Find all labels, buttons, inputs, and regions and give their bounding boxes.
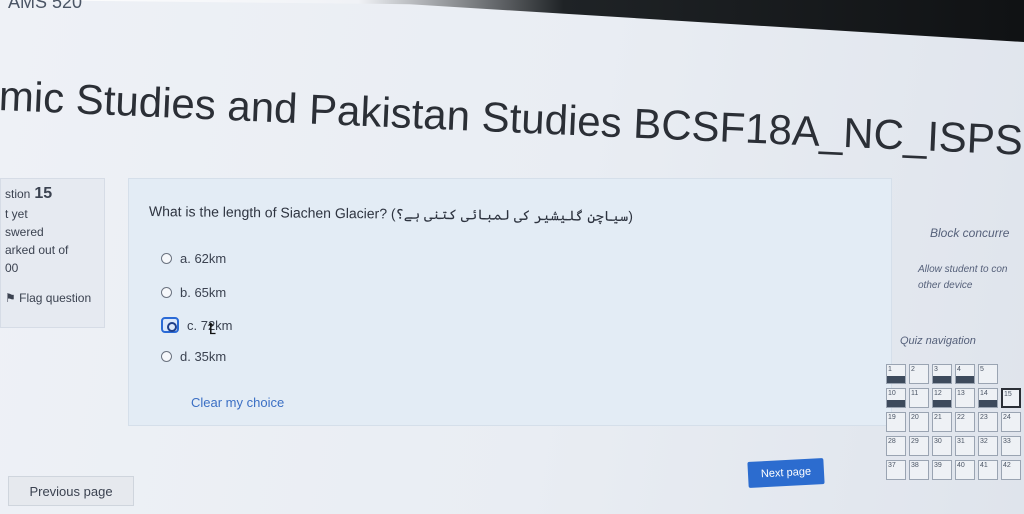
allow-text-line-2: other device: [918, 280, 973, 291]
quiz-nav-button-14[interactable]: 14: [978, 388, 998, 408]
flag-icon: ⚑: [5, 291, 16, 305]
mouse-cursor-icon: ⮤: [207, 321, 217, 338]
quiz-nav-button-20[interactable]: 20: [909, 412, 929, 432]
quiz-nav-button-15[interactable]: 15: [1001, 388, 1021, 408]
quiz-nav-button-24[interactable]: 24: [1001, 412, 1021, 432]
option-d[interactable]: d. 35km: [161, 349, 226, 364]
option-a[interactable]: a. 62km: [161, 251, 226, 266]
corner-course-code: AMS 520: [8, 0, 83, 12]
quiz-nav-button-31[interactable]: 31: [955, 436, 975, 456]
question-number: 15: [34, 185, 53, 202]
quiz-nav-button-21[interactable]: 21: [932, 412, 952, 432]
question-label: stion: [5, 187, 31, 201]
option-a-label[interactable]: a. 62km: [180, 251, 226, 266]
quiz-nav-button-1[interactable]: 1: [886, 364, 906, 384]
quiz-nav-button-12[interactable]: 12: [932, 388, 952, 408]
quiz-nav-row: 37383940414243: [886, 460, 1024, 480]
quiz-nav-button-39[interactable]: 39: [932, 460, 952, 480]
quiz-nav-row: 12345: [886, 364, 1024, 384]
allow-text-line-1: Allow student to con: [918, 264, 1008, 275]
radio-b[interactable]: [161, 287, 172, 298]
next-page-button[interactable]: Next page: [747, 458, 825, 488]
quiz-navigation-grid: 1 2 3 4 5 10 11 12 13 14 15 19 20 21 22 23 24 28 29 30 31 32 3…: [886, 364, 1024, 484]
quiz-nav-button-4[interactable]: 4: [955, 364, 975, 384]
quiz-nav-button-29[interactable]: 29: [909, 436, 929, 456]
radio-c-selected[interactable]: [161, 317, 179, 333]
quiz-navigation-title: Quiz navigation: [900, 335, 976, 347]
quiz-nav-button-33[interactable]: 33: [1001, 436, 1021, 456]
quiz-nav-button-28[interactable]: 28: [886, 436, 906, 456]
quiz-nav-button-23[interactable]: 23: [978, 412, 998, 432]
radio-d[interactable]: [161, 351, 172, 362]
question-panel: What is the length of Siachen Glacier? (…: [128, 178, 892, 426]
quiz-nav-row: 10 11 12 13 14 15: [886, 388, 1024, 408]
quiz-nav-row: 19 20 21 22 23 24: [886, 412, 1024, 432]
monitor-background-strip: [0, 0, 1024, 42]
quiz-nav-button-19[interactable]: 19: [886, 412, 906, 432]
quiz-nav-button-38[interactable]: 38: [909, 460, 929, 480]
quiz-nav-button-13[interactable]: 13: [955, 388, 975, 408]
quiz-nav-button-32[interactable]: 32: [978, 436, 998, 456]
block-concurrent-title: Block concurre: [930, 226, 1010, 240]
quiz-nav-button-42[interactable]: 42: [1001, 460, 1021, 480]
status-line-1: t yet: [5, 207, 28, 221]
quiz-nav-button-5[interactable]: 5: [978, 364, 998, 384]
option-b-label[interactable]: b. 65km: [180, 285, 226, 300]
radio-a[interactable]: [161, 253, 172, 264]
quiz-nav-button-30[interactable]: 30: [932, 436, 952, 456]
marked-line-1: arked out of: [5, 243, 69, 257]
quiz-nav-button-41[interactable]: 41: [978, 460, 998, 480]
option-d-label[interactable]: d. 35km: [180, 349, 226, 364]
flag-question-link[interactable]: ⚑ Flag question: [5, 291, 104, 305]
page-title: mic Studies and Pakistan Studies BCSF18A…: [0, 72, 1024, 164]
allow-student-text: Allow student to con other device: [918, 262, 1008, 294]
quiz-nav-button-10[interactable]: 10: [886, 388, 906, 408]
previous-page-button[interactable]: Previous page: [8, 476, 134, 506]
quiz-nav-button-37[interactable]: 37: [886, 460, 906, 480]
status-line-2: swered: [5, 225, 44, 239]
marked-line-2: 00: [5, 261, 19, 275]
flag-label: Flag question: [19, 291, 92, 305]
quiz-nav-button-22[interactable]: 22: [955, 412, 975, 432]
quiz-nav-button-3[interactable]: 3: [932, 364, 952, 384]
quiz-nav-row: 28293031323334: [886, 436, 1024, 456]
quiz-nav-button-2[interactable]: 2: [909, 364, 929, 384]
option-b[interactable]: b. 65km: [161, 285, 226, 300]
question-number-line: stion 15: [5, 185, 104, 203]
question-text: What is the length of Siachen Glacier? (…: [148, 203, 634, 225]
question-info-box: stion 15 t yet swered arked out of 00 ⚑ F…: [0, 178, 105, 328]
quiz-nav-button-11[interactable]: 11: [909, 388, 929, 408]
clear-choice-link[interactable]: Clear my choice: [191, 395, 284, 410]
option-c[interactable]: c. 72km: [161, 317, 233, 333]
quiz-nav-button-40[interactable]: 40: [955, 460, 975, 480]
